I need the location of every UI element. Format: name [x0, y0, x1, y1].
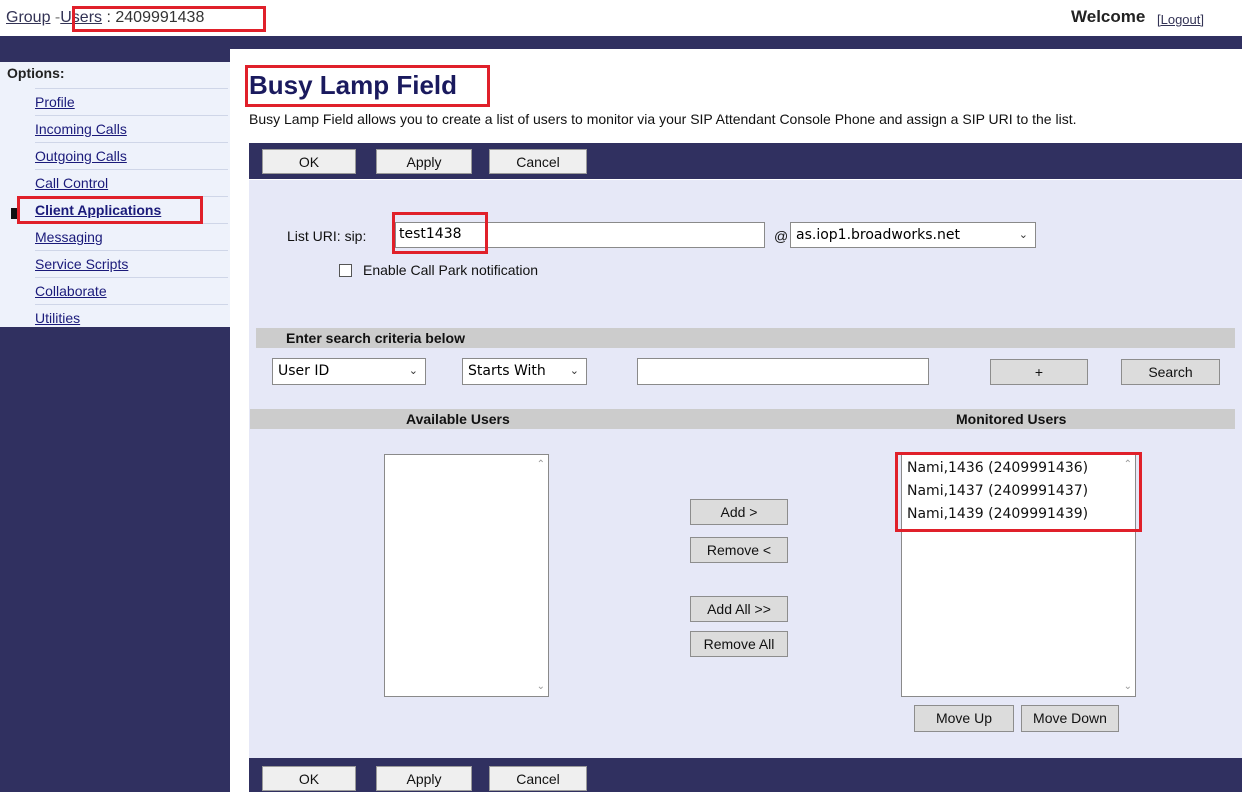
at-sign: @	[774, 228, 789, 244]
chevron-down-icon: ⌄	[569, 364, 579, 377]
list-item[interactable]: Nami,1437 (2409991437)	[907, 483, 1088, 499]
top-toolbar: OK Apply Cancel	[249, 143, 1242, 179]
scroll-down-icon[interactable]: ⌄	[537, 681, 545, 692]
sidebar-item-client-applications[interactable]: Client Applications	[35, 196, 228, 223]
available-users-list[interactable]: ⌃ ⌄	[384, 454, 549, 697]
cancel-button[interactable]: Cancel	[489, 149, 587, 174]
monitored-users-list[interactable]: Nami,1436 (2409991436) Nami,1437 (240999…	[901, 454, 1136, 697]
available-users-title: Available Users	[406, 411, 510, 427]
chevron-down-icon: ⌄	[408, 364, 418, 377]
apply-button[interactable]: Apply	[376, 766, 472, 791]
list-item[interactable]: Nami,1439 (2409991439)	[907, 506, 1088, 522]
move-down-button[interactable]: Move Down	[1021, 705, 1119, 732]
apply-button[interactable]: Apply	[376, 149, 472, 174]
bottom-toolbar: OK Apply Cancel	[249, 758, 1242, 792]
search-field-select[interactable]: User ID ⌄	[272, 358, 426, 385]
add-all-button[interactable]: Add All >>	[690, 596, 788, 622]
breadcrumb-users-link[interactable]: Users	[60, 9, 102, 26]
chevron-down-icon: ⌄	[1018, 228, 1028, 241]
domain-select[interactable]: as.iop1.broadworks.net ⌄	[790, 222, 1036, 248]
sidebar-item-call-control[interactable]: Call Control	[35, 169, 228, 196]
scroll-up-icon[interactable]: ⌃	[537, 459, 545, 470]
sidebar-item-incoming-calls[interactable]: Incoming Calls	[35, 115, 228, 142]
list-uri-input[interactable]: test1438	[395, 222, 765, 248]
scroll-up-icon[interactable]: ⌃	[1124, 459, 1132, 470]
search-mode-select[interactable]: Starts With ⌄	[462, 358, 587, 385]
users-lists-band	[250, 409, 1235, 429]
call-park-checkbox[interactable]	[339, 264, 352, 277]
sidebar-item-collaborate[interactable]: Collaborate	[35, 277, 228, 304]
sidebar-item-utilities[interactable]: Utilities	[35, 304, 228, 331]
search-input[interactable]	[637, 358, 929, 385]
welcome-text: Welcome	[1071, 7, 1146, 26]
page-description: Busy Lamp Field allows you to create a l…	[249, 111, 1077, 127]
options-label: Options:	[7, 65, 65, 81]
list-item[interactable]: Nami,1436 (2409991436)	[907, 460, 1088, 476]
top-bar	[0, 36, 1242, 49]
sidebar-item-messaging[interactable]: Messaging	[35, 223, 228, 250]
remove-button[interactable]: Remove <	[690, 537, 788, 563]
call-park-label: Enable Call Park notification	[363, 262, 539, 278]
ok-button[interactable]: OK	[262, 149, 356, 174]
add-criteria-button[interactable]: +	[990, 359, 1088, 385]
sidebar-item-service-scripts[interactable]: Service Scripts	[35, 250, 228, 277]
list-uri-label: List URI: sip:	[287, 228, 367, 244]
scroll-down-icon[interactable]: ⌄	[1124, 681, 1132, 692]
cancel-button[interactable]: Cancel	[489, 766, 587, 791]
search-button[interactable]: Search	[1121, 359, 1220, 385]
breadcrumb-user-id: : 2409991438	[102, 9, 205, 26]
monitored-users-title: Monitored Users	[956, 411, 1067, 427]
ok-button[interactable]: OK	[262, 766, 356, 791]
search-field-value: User ID	[278, 363, 330, 379]
sidebar-item-profile[interactable]: Profile	[35, 88, 228, 115]
logout-link[interactable]: [Logout]	[1157, 12, 1204, 27]
move-up-button[interactable]: Move Up	[914, 705, 1014, 732]
add-button[interactable]: Add >	[690, 499, 788, 525]
search-mode-value: Starts With	[468, 363, 546, 379]
page-title: Busy Lamp Field	[249, 70, 458, 100]
sidebar-item-outgoing-calls[interactable]: Outgoing Calls	[35, 142, 228, 169]
remove-all-button[interactable]: Remove All	[690, 631, 788, 657]
active-item-marker	[11, 208, 18, 219]
search-criteria-title: Enter search criteria below	[286, 330, 465, 346]
domain-selected-value: as.iop1.broadworks.net	[796, 227, 960, 243]
breadcrumb-group-link[interactable]: Group	[6, 9, 50, 26]
breadcrumb: Group -Users : 2409991438	[6, 9, 204, 27]
